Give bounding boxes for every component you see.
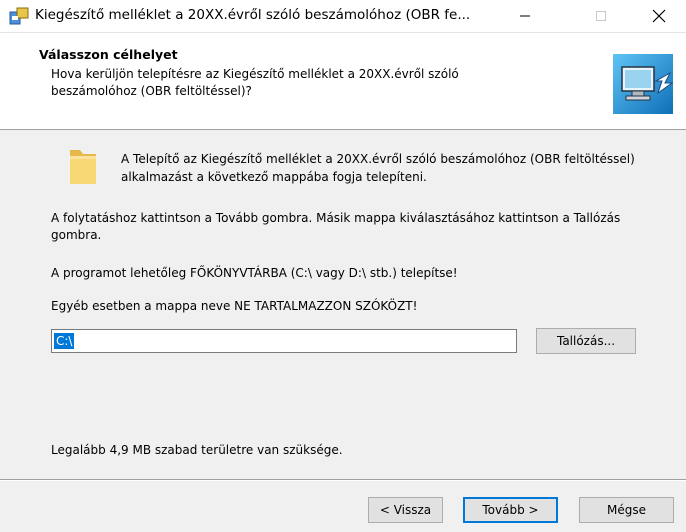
close-icon — [652, 9, 666, 23]
next-button[interactable]: Tovább > — [463, 497, 558, 523]
page-title: Válasszon célhelyet — [39, 47, 178, 62]
cancel-button[interactable]: Mégse — [579, 497, 674, 523]
install-path-value[interactable]: C:\ — [54, 333, 75, 349]
back-button[interactable]: < Vissza — [368, 497, 443, 523]
wizard-header: Válasszon célhelyet Hova kerüljön telepí… — [0, 33, 686, 130]
maximize-icon — [596, 11, 606, 21]
title-bar: Kiegészítő melléklet a 20XX.évről szóló … — [0, 0, 686, 33]
computer-install-icon — [613, 54, 674, 114]
page-subtitle: Hova kerüljön telepítésre az Kiegészítő … — [51, 67, 459, 98]
no-spaces-hint: Egyéb esetben a mappa neve NE TARTALMAZZ… — [51, 299, 418, 313]
footer-divider — [0, 479, 686, 481]
maximize-button[interactable] — [578, 0, 624, 32]
browse-button[interactable]: Tallózás... — [536, 328, 636, 354]
install-location-text: A Telepítő az Kiegészítő melléklet a 20X… — [121, 152, 635, 184]
close-button[interactable] — [636, 0, 682, 32]
disk-space-text: Legalább 4,9 MB szabad területre van szü… — [51, 443, 343, 457]
installer-icon — [9, 7, 29, 25]
folder-icon — [70, 150, 96, 184]
minimize-button[interactable] — [502, 0, 548, 32]
window-title: Kiegészítő melléklet a 20XX.évről szóló … — [35, 7, 471, 23]
install-path-input[interactable] — [51, 329, 517, 353]
instructions-text: A folytatáshoz kattintson a Tovább gombr… — [51, 211, 621, 242]
minimize-icon — [520, 15, 530, 17]
root-folder-hint: A programot lehetőleg FŐKÖNYVTÁRBA (C:\ … — [51, 266, 458, 280]
